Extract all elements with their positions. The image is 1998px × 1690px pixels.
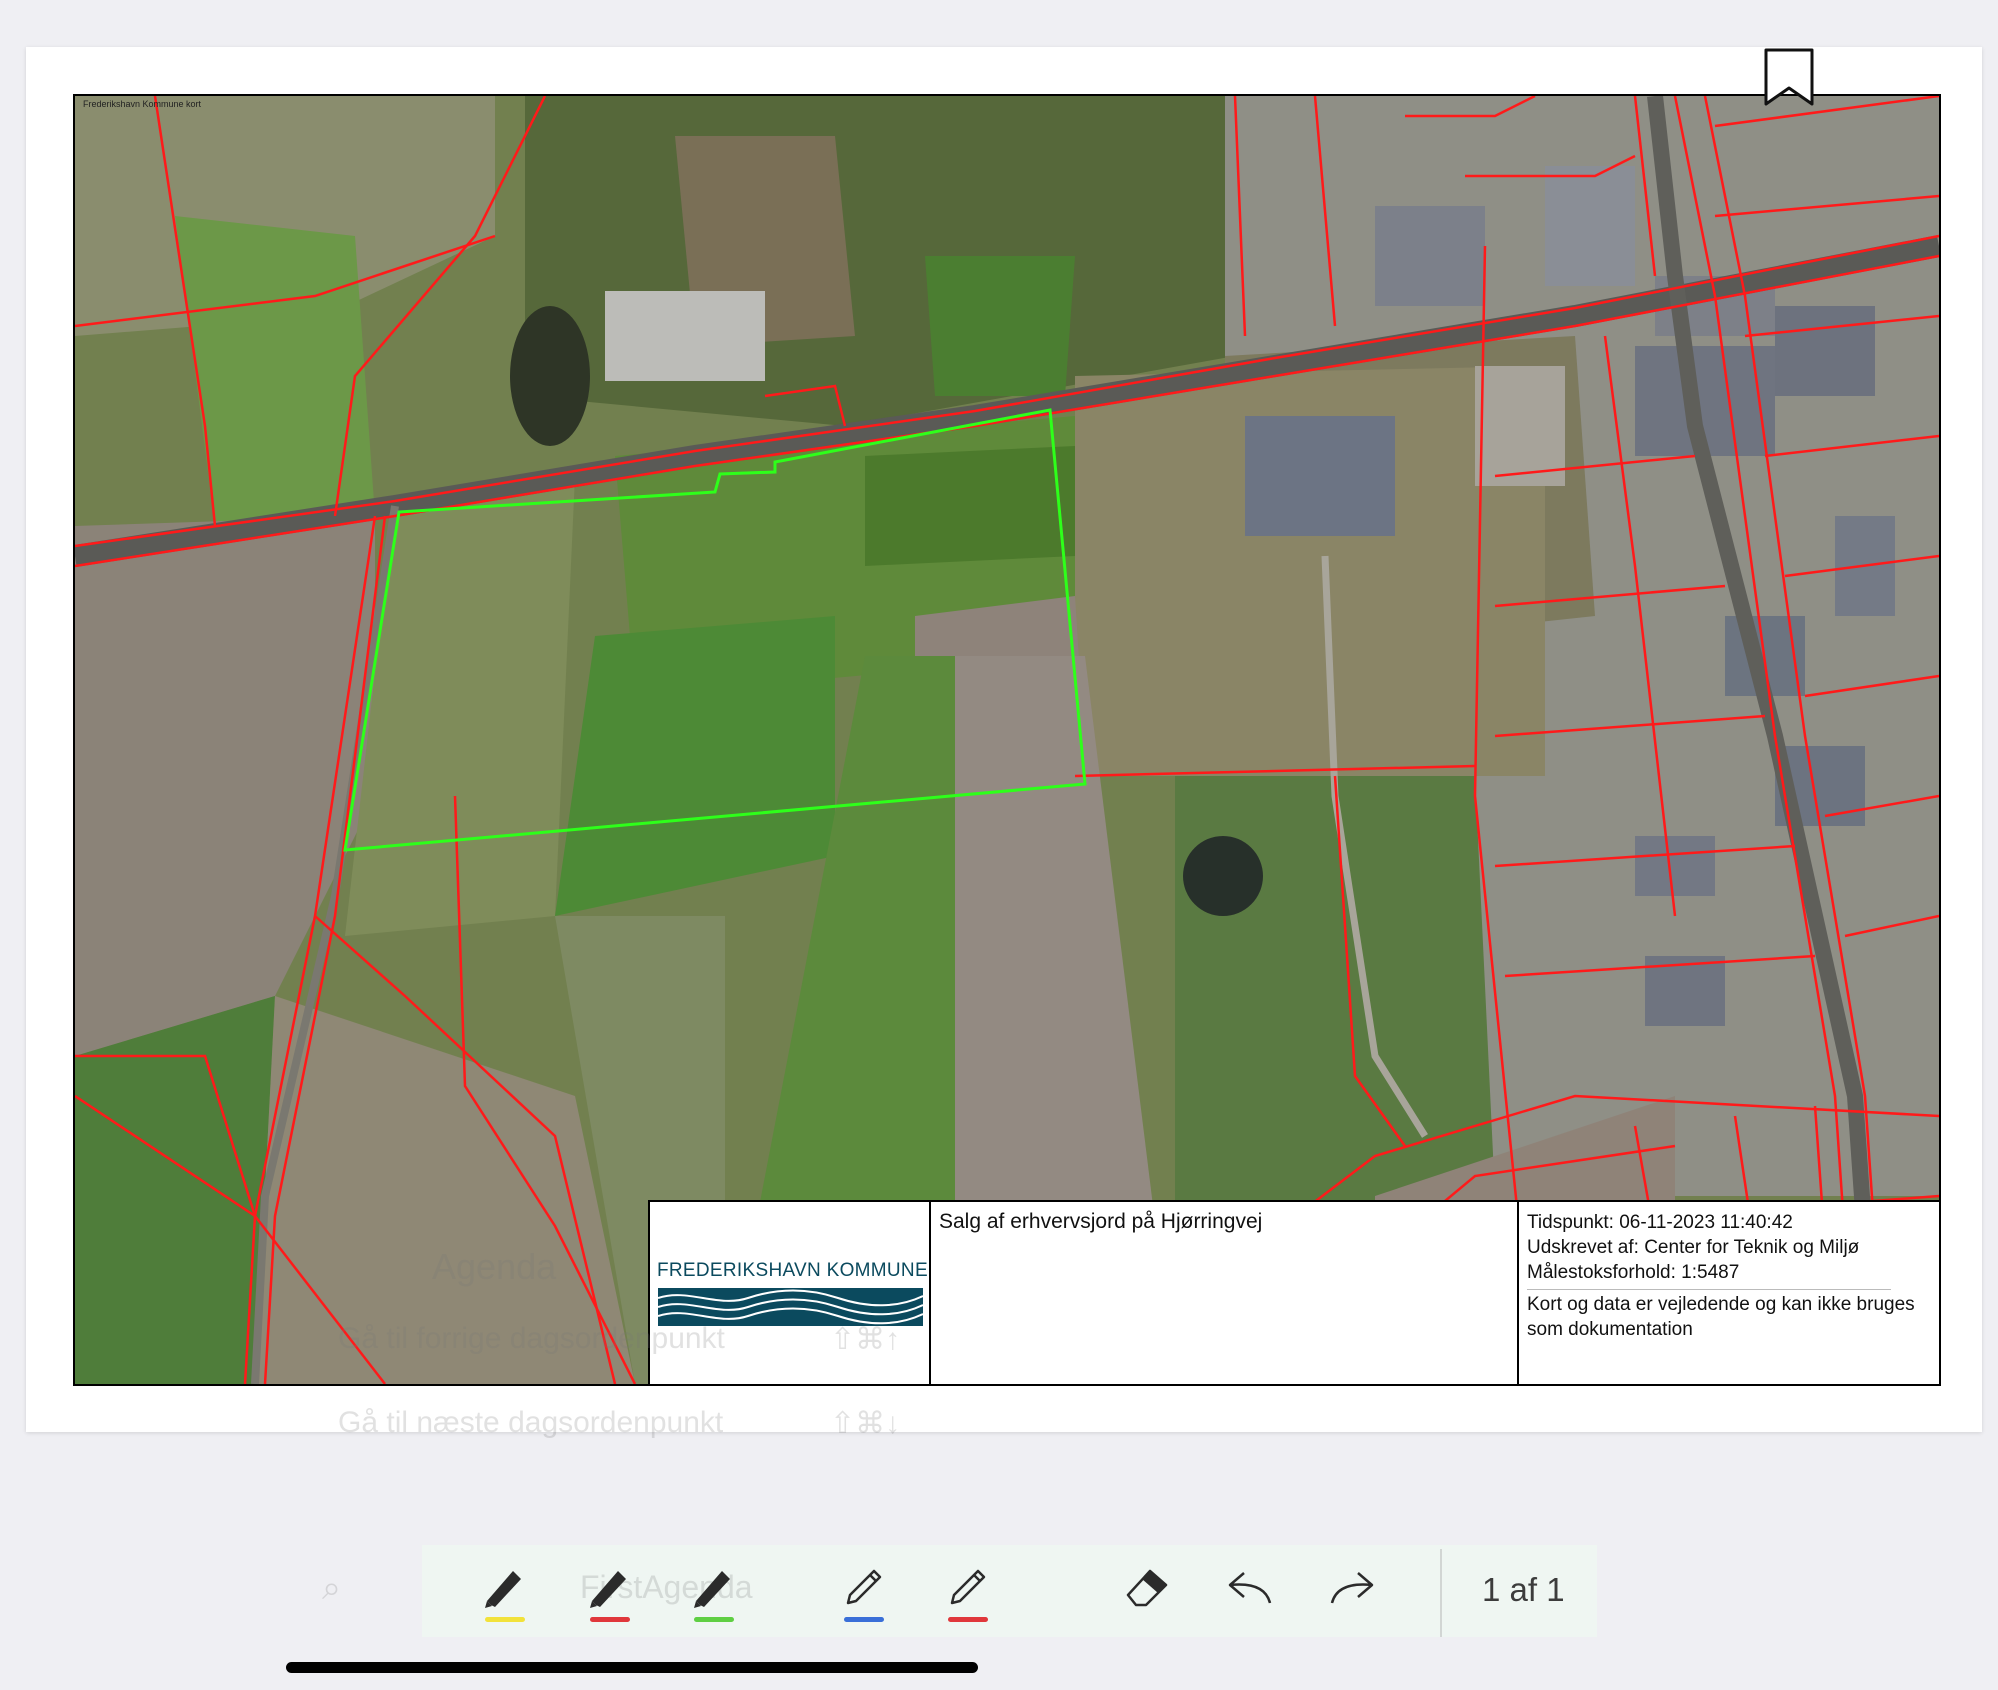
eraser-tool[interactable] <box>1104 1545 1184 1637</box>
ghost-menu-heading: Agenda <box>432 1246 557 1287</box>
pen-red-tool[interactable] <box>926 1545 1006 1637</box>
map-image[interactable]: Frederikshavn Kommune kort <box>73 94 1941 1386</box>
redo-icon <box>1330 1572 1374 1604</box>
marker-red-tool[interactable] <box>568 1545 648 1637</box>
disclaimer-text: Kort og data er vejledende og kan ikke b… <box>1527 1294 1915 1340</box>
pen-blue-tool[interactable] <box>822 1545 902 1637</box>
pencil-icon <box>846 1569 882 1605</box>
marker-icon <box>590 1571 626 1608</box>
home-indicator[interactable] <box>286 1662 978 1673</box>
municipality-logo-text: FREDERIKSHAVN KOMMUNE <box>657 1260 928 1281</box>
printed-by-text: Udskrevet af: Center for Teknik og Miljø <box>1527 1237 1860 1258</box>
map-info-box: FREDERIKSHAVN KOMMUNE Salg af erhvervsjo… <box>648 1200 1941 1386</box>
color-indicator <box>844 1617 884 1622</box>
color-indicator <box>485 1617 525 1622</box>
map-title: Salg af erhvervsjord på Hjørringvej <box>931 1202 1519 1384</box>
map-caption: Frederikshavn Kommune kort <box>83 99 202 109</box>
ghost-menu-next-shortcut: ⇧⌘↓ <box>830 1407 901 1440</box>
marker-icon <box>485 1571 521 1608</box>
page-indicator[interactable]: 1 af 1 <box>1482 1571 1565 1609</box>
undo-icon <box>1228 1572 1272 1604</box>
pencil-icon <box>950 1569 986 1605</box>
color-indicator <box>590 1617 630 1622</box>
undo-button[interactable] <box>1206 1545 1286 1637</box>
redo-button[interactable] <box>1308 1545 1388 1637</box>
ghost-menu-prev-shortcut: ⇧⌘↑ <box>830 1323 901 1356</box>
ghost-menu-next-item: Gå til næste dagsordenpunkt <box>338 1406 724 1439</box>
ghost-menu-prev-item: Gå til forrige dagsordenpunkt <box>338 1322 725 1355</box>
ghost-search-icon: ⌕ <box>322 1569 342 1607</box>
color-indicator <box>948 1617 988 1622</box>
meta-divider <box>1527 1289 1891 1290</box>
aerial-map <box>75 96 1939 1384</box>
marker-icon <box>694 1571 730 1608</box>
timestamp-text: Tidspunkt: 06-11-2023 11:40:42 <box>1527 1212 1793 1233</box>
annotation-toolbar: ⌕ FirstAgenda 1 af 1 <box>322 1545 1597 1637</box>
color-indicator <box>694 1617 734 1622</box>
marker-yellow-tool[interactable] <box>463 1545 543 1637</box>
marker-green-tool[interactable] <box>672 1545 752 1637</box>
wave-logo-icon <box>658 1288 923 1326</box>
map-meta: Tidspunkt: 06-11-2023 11:40:42 Udskrevet… <box>1519 1202 1939 1384</box>
toolbar-divider <box>1440 1549 1442 1637</box>
scale-text: Målestoksforhold: 1:5487 <box>1527 1262 1740 1283</box>
eraser-icon <box>1126 1569 1168 1607</box>
bookmark-icon[interactable] <box>1764 48 1814 106</box>
